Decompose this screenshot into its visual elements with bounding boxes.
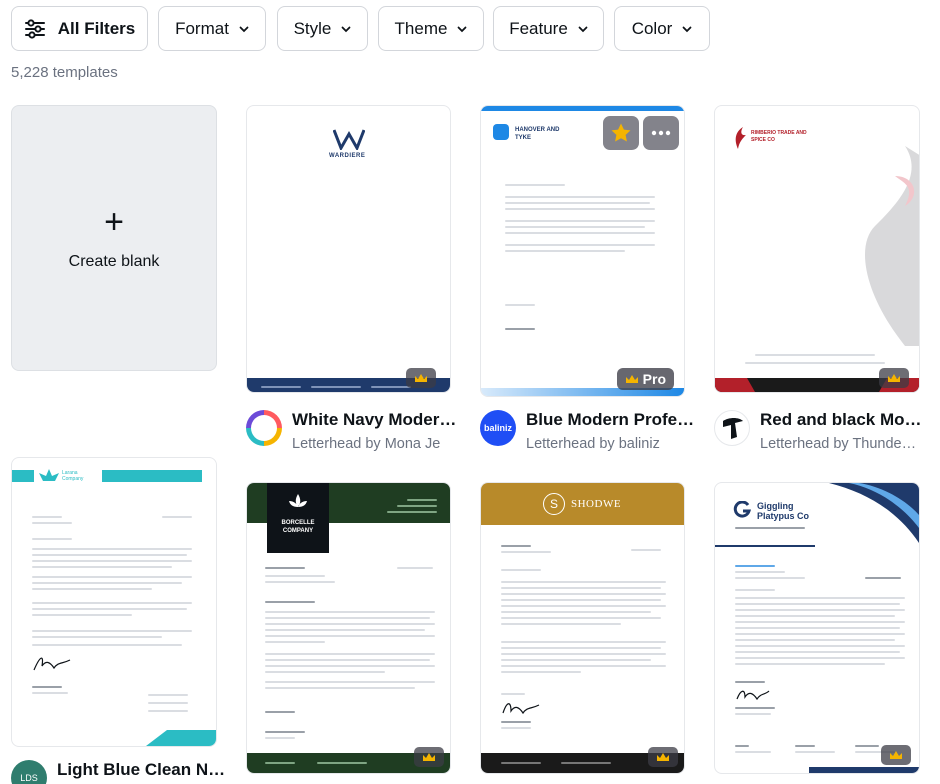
all-filters-label: All Filters [57,18,136,38]
rimberio-logo [735,127,746,149]
template-title[interactable]: Light Blue Clean N… [57,760,225,780]
template-author[interactable]: Letterhead by baliniz [526,436,694,452]
template-thumbnail-red-black[interactable]: RIMBERIO TRADE AND SPICE CO [714,105,920,393]
shodwe-logo: S [543,493,565,515]
signature [736,690,770,701]
favorite-button[interactable] [603,116,639,150]
avatar: baliniz [480,410,516,446]
decorative-wave [829,483,919,543]
feature-filter-button[interactable]: Feature [493,6,604,51]
crown-icon [890,751,902,759]
giggling-logo [733,501,751,518]
template-meta-light-blue-clean[interactable]: LDS Light Blue Clean N… [11,760,225,784]
template-thumbnail-blue-modern[interactable]: HANOVER AND TYKE Pro [480,105,685,397]
crown-icon [423,753,435,761]
template-thumbnail-shodwe[interactable]: S SHODWE [480,482,685,774]
premium-crown-badge [879,368,909,388]
thunder-logo-icon [723,418,743,439]
premium-crown-badge [648,747,678,767]
template-title[interactable]: White Navy Moder… [292,410,456,430]
template-author[interactable]: Letterhead by Thunde… [760,436,922,452]
signature [33,657,71,671]
template-meta-blue-modern[interactable]: baliniz Blue Modern Profe… Letterhead by… [480,410,694,452]
results-count: 5,228 templates [11,64,118,81]
avatar-label: baliniz [483,423,512,433]
crown-icon [888,374,900,382]
crown-icon [415,374,427,382]
create-blank-card[interactable]: + Create blank [11,105,217,371]
premium-crown-badge [881,745,911,765]
premium-crown-badge [414,747,444,767]
theme-filter-label: Theme [394,18,448,38]
create-blank-label: Create blank [68,253,160,270]
more-icon [651,130,671,136]
style-filter-label: Style [293,18,332,38]
feature-filter-label: Feature [509,18,568,38]
plus-icon: + [104,203,124,241]
wardiere-logo [333,129,365,150]
theme-filter-button[interactable]: Theme [378,6,484,51]
decorative-phoenix [865,146,919,346]
chevron-down-icon [682,26,692,32]
avatar-label: LDS [20,773,38,783]
template-brand: Giggling Platypus Co [757,501,810,521]
template-brand: WARDIERE [329,153,366,159]
signature [502,703,540,715]
crown-icon [657,753,669,761]
chevron-down-icon [458,26,467,32]
brand-mark [493,124,509,140]
avatar [246,410,282,446]
color-filter-label: Color [631,18,673,38]
template-thumbnail-borcelle[interactable]: BORCELLE COMPANY [246,482,451,774]
leaf-logo [289,494,307,507]
template-brand: BORCELLE COMPANY [281,520,315,534]
all-filters-button[interactable]: All Filters [11,6,148,51]
template-brand: Larana Company [62,470,84,482]
template-thumbnail-light-blue-clean[interactable]: Larana Company [11,457,217,747]
template-brand: SHODWE [571,498,622,510]
chevron-down-icon [341,26,351,32]
color-filter-button[interactable]: Color [614,6,710,51]
lotus-logo [39,469,59,481]
template-title[interactable]: Blue Modern Profe… [526,410,694,430]
template-brand: RIMBERIO TRADE AND SPICE CO [751,130,807,143]
template-thumbnail-giggling-platypus[interactable]: Giggling Platypus Co [714,482,920,774]
template-brand: HANOVER AND TYKE [515,127,560,141]
template-author[interactable]: Letterhead by Mona Je [292,436,456,452]
chevron-down-icon [578,26,588,32]
template-title[interactable]: Red and black Mo… [760,410,922,430]
hover-tools [603,116,679,150]
chevron-down-icon [239,26,249,32]
star-icon [611,123,631,142]
pro-badge: Pro [616,368,674,390]
template-thumbnail-white-navy[interactable]: WARDIERE [246,105,451,393]
template-meta-red-black[interactable]: Red and black Mo… Letterhead by Thunde… [714,410,922,452]
format-filter-button[interactable]: Format [158,6,266,51]
style-filter-button[interactable]: Style [277,6,368,51]
avatar: LDS [11,760,47,784]
sliders-icon [24,18,45,39]
avatar [714,410,750,446]
template-meta-white-navy[interactable]: White Navy Moder… Letterhead by Mona Je [246,410,456,452]
crown-icon [625,375,638,383]
premium-crown-badge [406,368,436,388]
format-filter-label: Format [175,18,229,38]
pro-label: Pro [642,371,666,387]
more-options-button[interactable] [643,116,679,150]
